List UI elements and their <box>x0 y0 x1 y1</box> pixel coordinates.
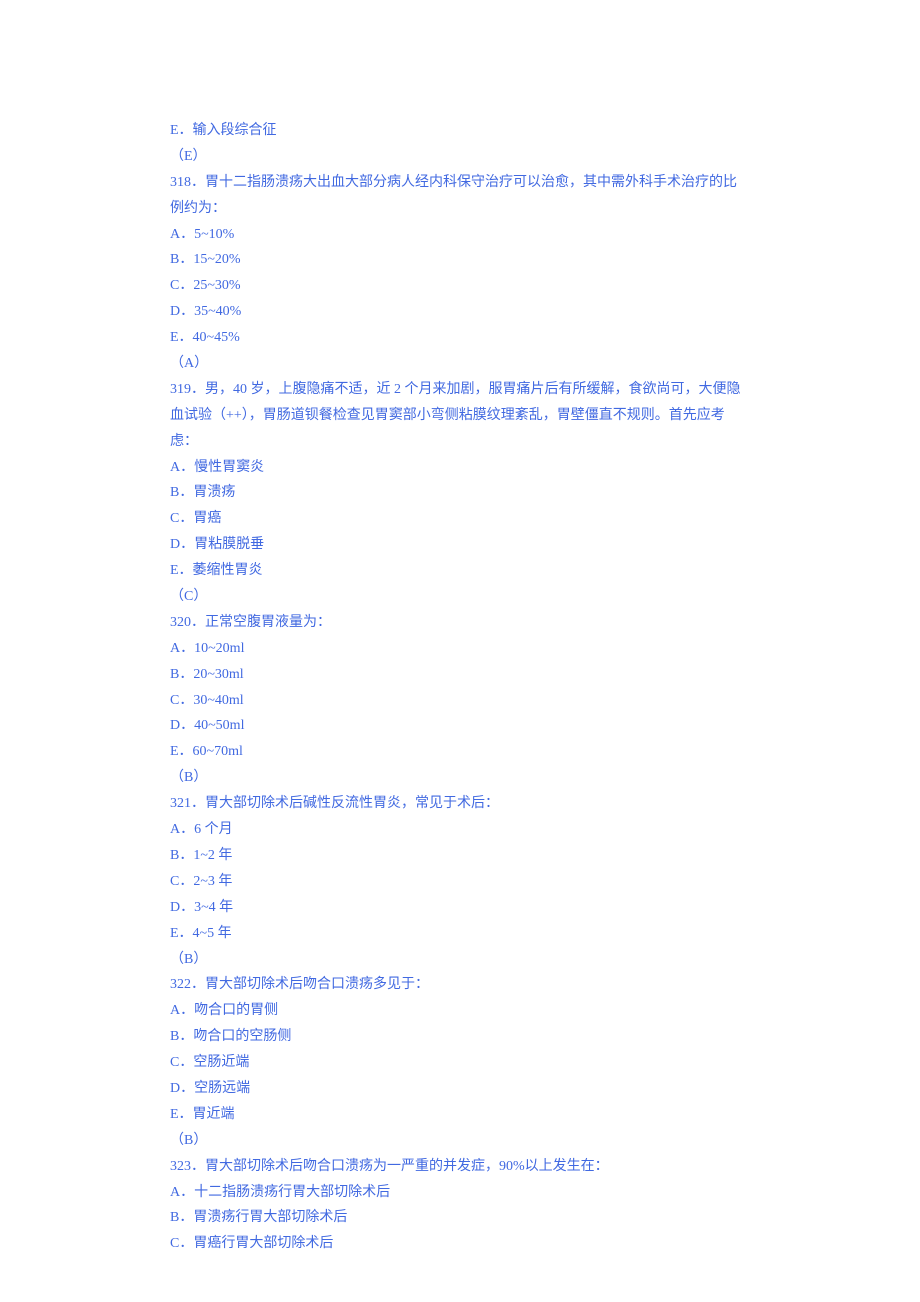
text-line: C．胃癌 <box>170 506 750 532</box>
text-line: B．胃溃疡 <box>170 480 750 506</box>
text-line: D．胃粘膜脱垂 <box>170 532 750 558</box>
text-line: 320．正常空腹胃液量为： <box>170 610 750 636</box>
text-line: B．吻合口的空肠侧 <box>170 1024 750 1050</box>
text-line: B．1~2 年 <box>170 843 750 869</box>
text-line: D．40~50ml <box>170 713 750 739</box>
text-line: B．20~30ml <box>170 662 750 688</box>
text-line: C．30~40ml <box>170 688 750 714</box>
text-line: C．胃癌行胃大部切除术后 <box>170 1231 750 1257</box>
text-line: （A） <box>170 351 750 377</box>
text-line: E．输入段综合征 <box>170 118 750 144</box>
text-line: 322．胃大部切除术后吻合口溃疡多见于： <box>170 972 750 998</box>
text-line: B．15~20% <box>170 247 750 273</box>
text-line: （B） <box>170 947 750 973</box>
text-line: A．慢性胃窦炎 <box>170 455 750 481</box>
text-line: C．25~30% <box>170 273 750 299</box>
text-line: 319．男，40 岁，上腹隐痛不适，近 2 个月来加剧，服胃痛片后有所缓解，食欲… <box>170 377 750 455</box>
text-line: E．萎缩性胃炎 <box>170 558 750 584</box>
text-line: B．胃溃疡行胃大部切除术后 <box>170 1205 750 1231</box>
text-line: （C） <box>170 584 750 610</box>
text-line: E．胃近端 <box>170 1102 750 1128</box>
text-line: 323．胃大部切除术后吻合口溃疡为一严重的并发症，90%以上发生在： <box>170 1154 750 1180</box>
text-line: （B） <box>170 765 750 791</box>
text-line: A．5~10% <box>170 222 750 248</box>
document-page: E．输入段综合征（E）318．胃十二指肠溃疡大出血大部分病人经内科保守治疗可以治… <box>0 0 920 1302</box>
text-line: E．60~70ml <box>170 739 750 765</box>
text-line: A．吻合口的胃侧 <box>170 998 750 1024</box>
text-line: E．4~5 年 <box>170 921 750 947</box>
text-line: D．3~4 年 <box>170 895 750 921</box>
text-line: C．空肠近端 <box>170 1050 750 1076</box>
text-line: A．10~20ml <box>170 636 750 662</box>
text-line: A．6 个月 <box>170 817 750 843</box>
text-line: C．2~3 年 <box>170 869 750 895</box>
text-line: E．40~45% <box>170 325 750 351</box>
text-line: D．空肠远端 <box>170 1076 750 1102</box>
text-line: A．十二指肠溃疡行胃大部切除术后 <box>170 1180 750 1206</box>
text-line: D．35~40% <box>170 299 750 325</box>
text-line: （B） <box>170 1128 750 1154</box>
text-line: 318．胃十二指肠溃疡大出血大部分病人经内科保守治疗可以治愈，其中需外科手术治疗… <box>170 170 750 222</box>
text-line: （E） <box>170 144 750 170</box>
text-line: 321．胃大部切除术后碱性反流性胃炎，常见于术后： <box>170 791 750 817</box>
